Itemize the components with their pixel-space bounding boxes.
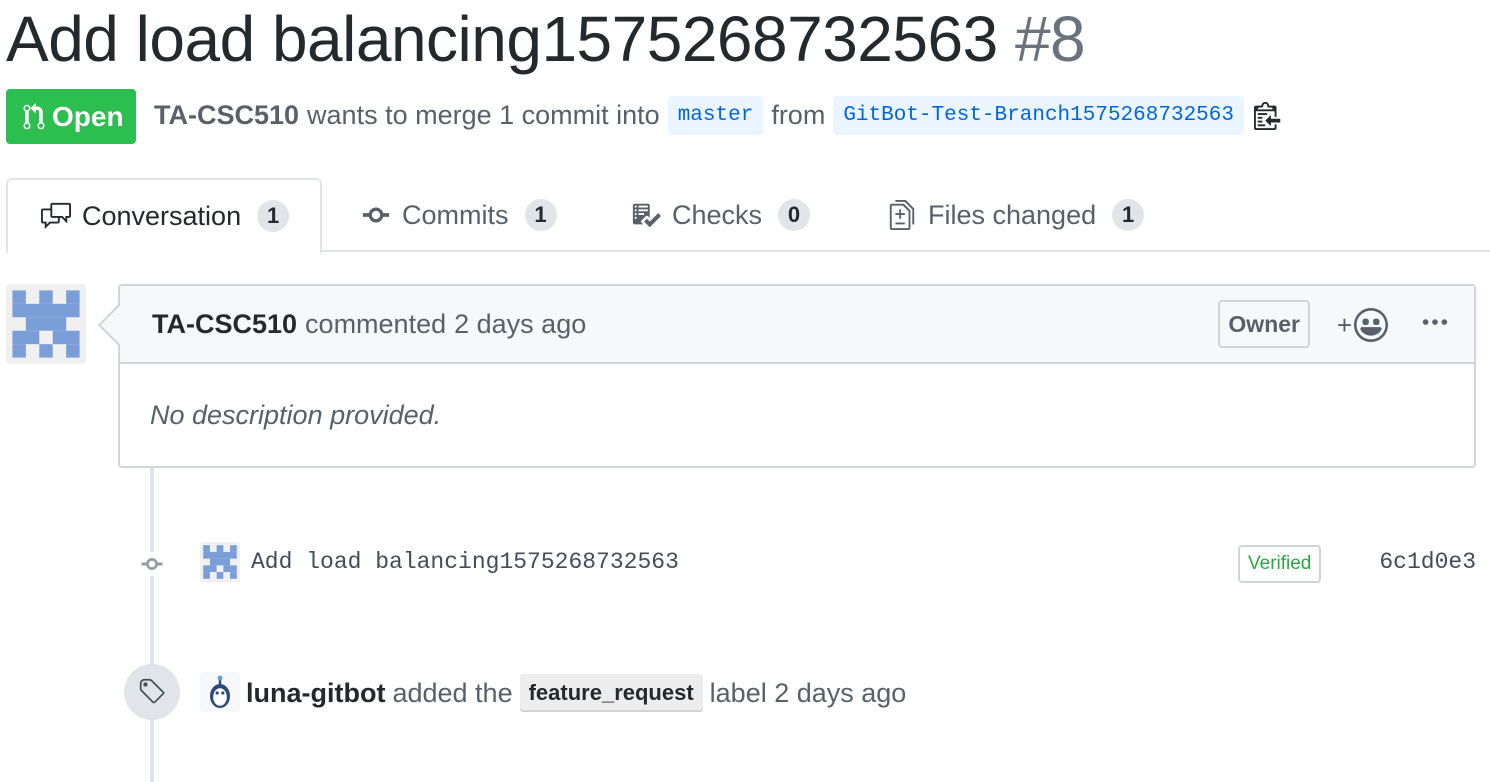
owner-badge: Owner [1218,300,1310,348]
commit-sha-link[interactable]: 6c1d0e3 [1379,549,1476,575]
comment-body: No description provided. [150,400,442,430]
smiley-icon [1354,308,1388,342]
tab-label: Commits [402,199,509,230]
checklist-icon [632,203,661,228]
tab-checks[interactable]: Checks 0 [630,178,811,252]
reaction-plus: + [1336,309,1352,340]
pr-state-label: Open [52,100,124,132]
pr-number: #8 [1014,3,1086,75]
add-reaction-button[interactable]: + [1337,308,1388,342]
merge-text: wants to merge 1 commit into [307,99,660,130]
comment-author-link[interactable]: TA-CSC510 [152,309,297,340]
comment-timestamp[interactable]: 2 days ago [454,309,586,340]
comment-discussion-icon [41,202,71,230]
head-branch[interactable]: GitBot-Test-Branch1575268732563 [833,95,1244,135]
pr-title-text: Add load balancing1575268732563 [6,3,998,75]
tab-files-changed[interactable]: Files changed 1 [886,178,1145,252]
tab-counter: 0 [778,199,811,231]
timeline-line [150,468,154,782]
tag-icon [139,678,165,704]
tag-badge [124,664,180,720]
kebab-horizontal-icon[interactable] [1420,308,1450,338]
pr-meta: TA-CSC510 wants to merge 1 commit into m… [154,92,1284,138]
git-commit-icon [136,552,168,576]
pr-author-link[interactable]: TA-CSC510 [154,100,299,131]
bot-icon [210,675,230,708]
commit-author-avatar[interactable] [200,542,240,582]
from-text: from [771,99,826,130]
verified-badge[interactable]: Verified [1238,545,1322,583]
comment-action: commented [305,308,447,339]
tab-label: Checks [672,199,763,230]
pr-state-badge: Open [6,89,136,144]
event-actor-link[interactable]: luna-gitbot [246,678,385,709]
file-diff-icon [889,200,915,230]
base-branch[interactable]: master [667,95,764,135]
bot-avatar[interactable] [200,672,240,712]
git-pull-request-icon [23,102,45,129]
tab-counter: 1 [524,199,557,231]
clippy-icon[interactable] [1253,99,1284,131]
pr-tabs: Conversation 1 Commits 1 Checks 0 Files … [6,178,1490,254]
feature-request-label[interactable]: feature_request [519,674,703,712]
tab-label: Files changed [928,199,1097,230]
tab-counter: 1 [257,200,290,232]
tab-conversation[interactable]: Conversation 1 [6,178,322,254]
tab-counter: 1 [1112,199,1145,231]
identicon [203,545,237,579]
timeline-commit: Add load balancing1575268732563 Verified… [136,538,1476,590]
label-event-text: luna-gitbot added the feature_request la… [246,674,906,712]
event-text-before: added the [392,677,513,708]
commit-message-link[interactable]: Add load balancing1575268732563 [251,549,679,575]
identicon [12,290,80,358]
comment-box: TA-CSC510 commented 2 days ago Owner + N… [118,284,1476,468]
git-commit-icon [362,207,390,223]
pr-title: Add load balancing1575268732563 #8 [6,2,1086,76]
author-avatar[interactable] [6,284,86,364]
tab-label: Conversation [82,200,242,231]
event-text-after: label 2 days ago [709,677,907,708]
tab-commits[interactable]: Commits 1 [360,178,557,252]
comment-header: TA-CSC510 commented 2 days ago Owner + [120,286,1474,364]
